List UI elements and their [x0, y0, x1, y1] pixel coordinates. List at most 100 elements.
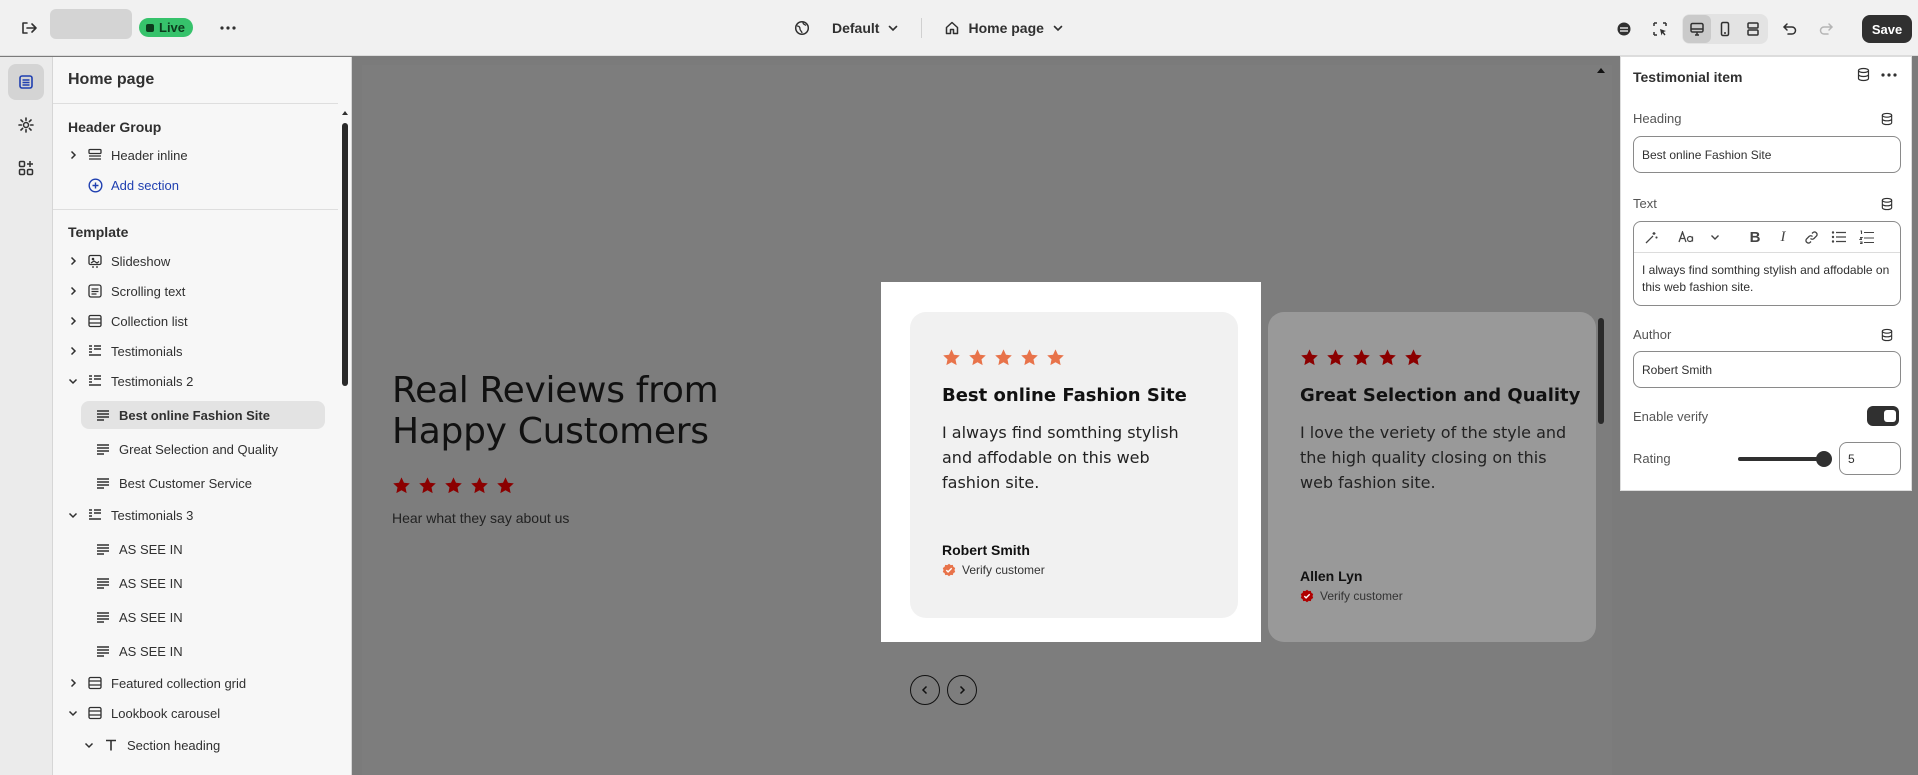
redo-icon[interactable]: [1812, 15, 1840, 43]
text-lines-icon: [95, 541, 111, 557]
sections-icon[interactable]: [8, 64, 44, 100]
sidebar-block-as-see-in[interactable]: AS SEE IN: [81, 603, 325, 631]
text-style-icon[interactable]: [1676, 226, 1698, 248]
save-button[interactable]: Save: [1862, 15, 1912, 43]
dynamic-source-icon[interactable]: [1879, 196, 1895, 212]
add-section-button[interactable]: Add section: [53, 171, 338, 199]
apps-icon[interactable]: [8, 150, 44, 186]
canvas-scrollbar-thumb[interactable]: [1598, 318, 1604, 424]
sidebar-item-label: Lookbook carousel: [111, 705, 221, 721]
page-dropdown[interactable]: Home page: [936, 20, 1071, 36]
link-icon[interactable]: [1800, 226, 1822, 248]
star-icon: [393, 477, 410, 494]
carousel-prev-button[interactable]: [910, 675, 940, 705]
author-input[interactable]: Robert Smith: [1633, 351, 1901, 388]
fullscreen-icon[interactable]: [1739, 15, 1767, 43]
rte-content[interactable]: I always find somthing stylish and affod…: [1634, 253, 1900, 305]
chevron-down-icon[interactable]: [65, 507, 81, 523]
home-icon: [946, 21, 959, 35]
more-actions-icon[interactable]: [1881, 72, 1897, 77]
chevron-right-icon: [959, 685, 966, 695]
more-actions-icon[interactable]: [214, 14, 242, 42]
sidebar-item-slideshow[interactable]: Slideshow: [53, 247, 338, 275]
rating-input[interactable]: 5: [1839, 442, 1901, 475]
numbered-list-icon[interactable]: [1856, 226, 1878, 248]
chevron-right-icon[interactable]: [65, 313, 81, 329]
text-lines-icon: [95, 575, 111, 591]
sidebar-block-as-see-in[interactable]: AS SEE IN: [81, 535, 325, 563]
chevron-right-icon[interactable]: [65, 283, 81, 299]
magic-icon[interactable]: [1640, 226, 1662, 248]
chevron-down-icon[interactable]: [81, 737, 97, 753]
mobile-icon[interactable]: [1711, 15, 1739, 43]
sidebar-item-featured-collection-grid[interactable]: Featured collection grid: [53, 669, 338, 697]
dynamic-source-icon[interactable]: [1879, 327, 1895, 343]
sidebar-item-testimonials[interactable]: Testimonials: [53, 337, 338, 365]
testimonial-card[interactable]: Best online Fashion Site I always find s…: [910, 312, 1238, 618]
text-lines-icon: [95, 475, 111, 491]
star-icon: [1327, 349, 1344, 366]
chevron-down-icon[interactable]: [1704, 226, 1726, 248]
sidebar-block-great-selection[interactable]: Great Selection and Quality: [81, 435, 325, 463]
exit-icon[interactable]: [15, 14, 43, 42]
sidebar-item-testimonials-2[interactable]: Testimonials 2: [53, 367, 338, 395]
rating-slider-thumb[interactable]: [1816, 451, 1832, 467]
star-icon: [1353, 349, 1370, 366]
dynamic-source-icon[interactable]: [1856, 67, 1871, 82]
card-verify-label: Verify customer: [1320, 589, 1403, 603]
desktop-icon[interactable]: [1683, 15, 1711, 43]
gear-icon[interactable]: [8, 107, 44, 143]
sidebar-block-as-see-in[interactable]: AS SEE IN: [81, 569, 325, 597]
rating-slider-track[interactable]: [1738, 457, 1824, 461]
database-icon[interactable]: [1610, 15, 1638, 43]
sidebar-block-best-online-fashion-site[interactable]: Best online Fashion Site: [81, 401, 325, 429]
text-lines-icon: [95, 609, 111, 625]
store-logo[interactable]: [50, 9, 132, 39]
sidebar-scrollbar[interactable]: [341, 107, 349, 767]
sidebar-item-testimonials-3[interactable]: Testimonials 3: [53, 501, 338, 529]
dynamic-source-icon[interactable]: [1879, 111, 1895, 127]
italic-icon[interactable]: I: [1772, 226, 1794, 248]
bullet-list-icon[interactable]: [1828, 226, 1850, 248]
sidebar-scrollbar-thumb[interactable]: [342, 123, 348, 386]
sidebar-block-as-see-in[interactable]: AS SEE IN: [81, 637, 325, 665]
sidebar-item-lookbook-carousel[interactable]: Lookbook carousel: [53, 699, 338, 727]
chevron-right-icon[interactable]: [65, 343, 81, 359]
testimonial-card[interactable]: Great Selection and Quality I love the v…: [1268, 312, 1596, 642]
sidebar-item-label: Testimonials 2: [111, 373, 194, 389]
sidebar-item-label: AS SEE IN: [119, 575, 183, 591]
card-rating-stars: [942, 348, 1065, 367]
enable-verify-toggle[interactable]: [1867, 406, 1899, 426]
chevron-down-icon[interactable]: [65, 705, 81, 721]
sidebar-block-best-customer-service[interactable]: Best Customer Service: [81, 469, 325, 497]
sidebar-item-scrolling-text[interactable]: Scrolling text: [53, 277, 338, 305]
star-icon: [419, 477, 436, 494]
text-icon: [103, 737, 119, 753]
sidebar-item-collection-list[interactable]: Collection list: [53, 307, 338, 335]
testimonial-icon: [87, 343, 103, 359]
undo-icon[interactable]: [1776, 15, 1804, 43]
sidebar-item-section-heading[interactable]: Section heading: [53, 731, 338, 759]
carousel-next-button[interactable]: [947, 675, 977, 705]
chevron-right-icon[interactable]: [65, 147, 81, 163]
card-title: Best online Fashion Site: [942, 385, 1187, 406]
panel-title: Testimonial item: [1633, 69, 1743, 85]
chevron-down-icon[interactable]: [65, 373, 81, 389]
inspector-icon[interactable]: [1646, 15, 1674, 43]
theme-dropdown[interactable]: Default: [786, 20, 907, 36]
chevron-right-icon[interactable]: [65, 675, 81, 691]
sidebar-item-header-inline[interactable]: Header inline: [53, 141, 338, 169]
heading-input[interactable]: Best online Fashion Site: [1633, 136, 1901, 173]
globe-icon: [794, 20, 810, 36]
sidebar-item-label: Header inline: [111, 147, 188, 163]
chevron-right-icon[interactable]: [65, 253, 81, 269]
heading-label: Heading: [1633, 111, 1682, 126]
rating-label: Rating: [1633, 451, 1671, 466]
bold-icon[interactable]: B: [1744, 226, 1766, 248]
list-icon: [87, 705, 103, 721]
rich-text-editor[interactable]: B I I always find somthing stylish and a…: [1633, 221, 1901, 306]
template-heading: Template: [68, 224, 129, 240]
sidebar-item-label: Featured collection grid: [111, 675, 247, 691]
canvas-scroll-up-icon[interactable]: [1596, 66, 1606, 74]
testimonial-icon: [87, 507, 103, 523]
